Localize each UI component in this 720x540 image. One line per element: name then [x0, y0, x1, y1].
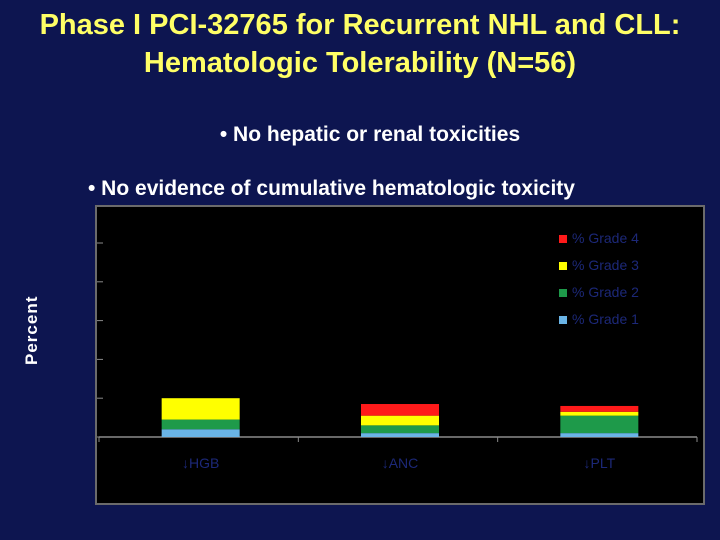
- legend-label: % Grade 3: [572, 257, 639, 273]
- bar-segment: [161, 429, 240, 437]
- legend-swatch: [559, 316, 567, 324]
- x-tick-label: ↓ANC: [382, 455, 419, 471]
- bar-segment: [560, 433, 639, 437]
- legend-swatch: [559, 235, 567, 243]
- slide-title: Phase I PCI-32765 for Recurrent NHL and …: [0, 6, 720, 82]
- x-tick-label: ↓HGB: [182, 455, 219, 471]
- stacked-bar-chart: ↓HGB ↓ANC ↓PLT % Grade 4 % Grade 3 % Grade 2%…: [97, 230, 698, 471]
- slide-title-line2: Hematologic Tolerability (N=56): [143, 47, 577, 79]
- legend-swatch: [559, 289, 567, 297]
- bar-segment: [161, 398, 240, 420]
- legend-label: % Grade 2: [572, 284, 639, 300]
- bar-segment: [361, 425, 439, 434]
- bullet-no-hepatic-renal: • No hepatic or renal toxicities: [219, 123, 521, 146]
- bar-segment: [560, 405, 639, 412]
- slide-title-line1: Phase I PCI-32765 for Recurrent NHL and …: [39, 9, 681, 41]
- x-tick-label: ↓PLT: [584, 455, 616, 471]
- legend-swatch: [559, 262, 567, 270]
- bar-segment: [361, 404, 439, 416]
- chart-area: ↓HGB ↓ANC ↓PLT % Grade 4 % Grade 3 % Grade 2%…: [95, 205, 705, 505]
- legend-label: % Grade 1: [572, 311, 639, 327]
- bar-segment: [161, 419, 240, 430]
- bar-segment: [361, 433, 439, 437]
- bar-segment: [361, 415, 439, 426]
- y-axis-label: Percent: [22, 295, 41, 365]
- bar-segment: [560, 415, 639, 434]
- legend-label: % Grade 4: [572, 230, 639, 246]
- bullet-no-cumulative-toxicity: • No evidence of cumulative hematologic …: [88, 177, 575, 200]
- bar-segment: [560, 411, 639, 416]
